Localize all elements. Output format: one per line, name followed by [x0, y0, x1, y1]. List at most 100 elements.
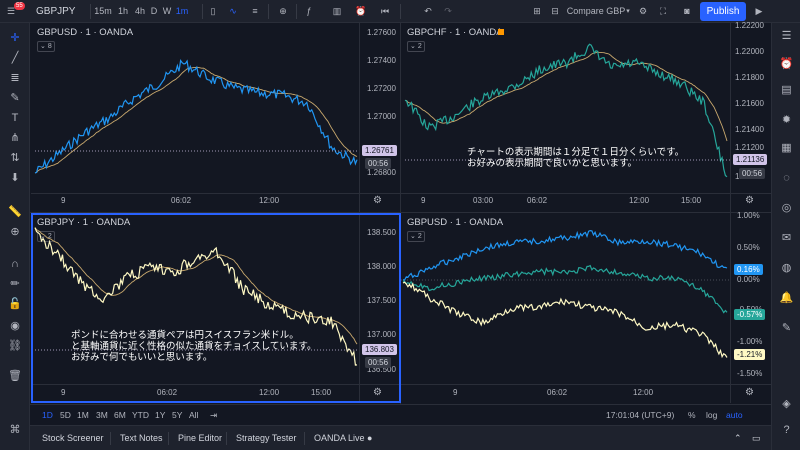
price-tick: 137.000	[367, 330, 396, 339]
range-ytd[interactable]: YTD	[132, 405, 149, 425]
fib-icon[interactable]: ≣	[0, 69, 30, 87]
lock-icon[interactable]: 🔓	[0, 295, 30, 313]
range-all[interactable]: All	[189, 405, 198, 425]
tab-text-notes[interactable]: Text Notes	[120, 426, 163, 450]
tab-pine-editor[interactable]: Pine Editor	[178, 426, 222, 450]
percent-toggle[interactable]: %	[688, 405, 696, 425]
ruler-icon[interactable]: 📏	[0, 203, 30, 221]
layout-icon[interactable]: ⊞	[530, 0, 544, 23]
countdown-label: 00:56	[739, 168, 766, 179]
interval-1m[interactable]: 1m	[175, 0, 189, 23]
maximize-panel-icon[interactable]: ▭	[752, 426, 761, 450]
price-tick: 1.27600	[367, 28, 396, 37]
interval-w[interactable]: W	[161, 0, 173, 23]
clock-label[interactable]: 17:01:04 (UTC+9)	[606, 405, 674, 425]
interval-d[interactable]: D	[149, 0, 159, 23]
magnet-icon[interactable]: ∩	[0, 255, 30, 273]
alerts-icon[interactable]: ⏰	[772, 55, 800, 73]
pattern-icon[interactable]: ⋔	[0, 129, 30, 147]
range-1m[interactable]: 1M	[77, 405, 89, 425]
replay-icon[interactable]: ⏮	[378, 0, 392, 23]
range-5y[interactable]: 5Y	[172, 405, 182, 425]
range-3m[interactable]: 3M	[96, 405, 108, 425]
price-tick: -1.50%	[737, 369, 763, 378]
publish-button[interactable]: Publish	[700, 2, 746, 21]
notifications-icon[interactable]: 🔔	[772, 289, 800, 307]
pane-settings-icon[interactable]: ⚙	[745, 387, 754, 398]
notification-badge: 55	[14, 2, 25, 10]
data-window-icon[interactable]: ▤	[772, 81, 800, 99]
financials-icon[interactable]: ▥	[330, 0, 344, 23]
candles-icon[interactable]: ▯	[206, 0, 220, 23]
brush-icon[interactable]: ✎	[0, 89, 30, 107]
line-chart-icon[interactable]: ∿	[226, 0, 240, 23]
price-tick: 138.000	[367, 262, 396, 271]
chat-icon[interactable]: ✉	[772, 229, 800, 247]
pane-settings-icon[interactable]: ⚙	[373, 387, 382, 398]
price-tick: 1.00%	[737, 211, 760, 220]
play-icon[interactable]: ▶	[752, 0, 766, 23]
pane-settings-icon[interactable]: ⚙	[745, 195, 754, 206]
pencil-lock-icon[interactable]: ✏	[0, 275, 30, 293]
chart-pane-compare[interactable]: GBPUSD · 1 · OANDA ⌄ 2 1.00% 0.50% 0.00%…	[401, 211, 771, 403]
chf-pct-label: -0.57%	[734, 309, 766, 320]
chart-pane-gbpjpy[interactable]: GBPJPY · 1 · OANDA ⌄ 2 138.500 138.000 1…	[31, 213, 400, 403]
auto-toggle[interactable]: auto	[726, 405, 743, 425]
pane-settings-icon[interactable]: ⚙	[373, 195, 382, 206]
indicators-icon[interactable]: ƒ	[302, 0, 316, 23]
compare-dropdown[interactable]: Compare GBP	[566, 0, 626, 23]
tab-oanda-live[interactable]: OANDA Live ●	[314, 426, 372, 450]
watchlist-icon[interactable]: ☰	[772, 27, 800, 45]
range-6m[interactable]: 6M	[114, 405, 126, 425]
usd-compare-line	[402, 229, 728, 281]
prediction-icon[interactable]: ⇅	[0, 149, 30, 167]
chart-pane-gbpusd[interactable]: GBPUSD · 1 · OANDA ⌄ 8 1.27600 1.27400 1…	[31, 23, 400, 212]
redo-icon[interactable]: ↷	[442, 0, 454, 23]
tab-stock-screener[interactable]: Stock Screener	[42, 426, 104, 450]
top-toolbar: ☰ 55 GBPJPY 15m 1h 4h D W 1m ▯ ∿ ≡ ⊕ ƒ ▥…	[0, 0, 800, 23]
arrow-down-icon[interactable]: ⬇	[0, 169, 30, 187]
add-compare-icon[interactable]: ⊕	[276, 0, 290, 23]
symbol-search[interactable]: GBPJPY	[36, 0, 86, 23]
trash-icon[interactable]: 🗑	[0, 367, 30, 385]
chf-compare-line	[402, 264, 728, 314]
range-1y[interactable]: 1Y	[155, 405, 165, 425]
crosshair-icon[interactable]: ✛	[0, 29, 30, 47]
time-tick: 9	[61, 388, 66, 397]
interval-1h[interactable]: 1h	[116, 0, 130, 23]
settings-icon[interactable]: ⚙	[636, 0, 650, 23]
ideas-icon[interactable]: ◌	[772, 169, 800, 187]
price-line	[34, 58, 358, 174]
messages-icon[interactable]: ✎	[772, 319, 800, 337]
range-5d[interactable]: 5D	[60, 405, 71, 425]
eye-icon[interactable]: ◉	[0, 317, 30, 335]
price-tick: 1.26800	[367, 168, 396, 177]
tree-icon[interactable]: ⌘	[0, 421, 30, 439]
trend-line-icon[interactable]: ╱	[0, 49, 30, 67]
zoom-icon[interactable]: ⊕	[0, 223, 30, 241]
link-icon[interactable]: ⛓	[0, 337, 30, 355]
bubble-icon[interactable]: ◍	[772, 259, 800, 277]
chevron-down-icon[interactable]: ▾	[624, 0, 632, 23]
compare-icon[interactable]: ⊟	[548, 0, 562, 23]
collapse-panel-icon[interactable]: ⌃	[734, 426, 742, 450]
moving-average-line	[34, 66, 358, 174]
layers-icon[interactable]: ◈	[772, 395, 800, 413]
text-icon[interactable]: T	[0, 109, 30, 127]
calendar-icon[interactable]: ▦	[772, 139, 800, 157]
fullscreen-icon[interactable]: ⛶	[656, 0, 670, 23]
help-icon[interactable]: ?	[772, 421, 800, 439]
range-1d[interactable]: 1D	[42, 405, 53, 425]
log-toggle[interactable]: log	[706, 405, 717, 425]
interval-15m[interactable]: 15m	[94, 0, 112, 23]
bars-icon[interactable]: ≡	[248, 0, 262, 23]
undo-icon[interactable]: ↶	[422, 0, 434, 23]
streams-icon[interactable]: ◎	[772, 199, 800, 217]
tab-strategy-tester[interactable]: Strategy Tester	[236, 426, 296, 450]
interval-4h[interactable]: 4h	[133, 0, 147, 23]
hotlist-icon[interactable]: ✹	[772, 111, 800, 129]
camera-icon[interactable]: ◙	[680, 0, 694, 23]
date-range-icon[interactable]: ⇥	[210, 405, 217, 425]
chart-pane-gbpchf[interactable]: GBPCHF · 1 · OANDA ⌄ 2 1.22200 1.22000 1…	[401, 21, 771, 212]
alert-icon[interactable]: ⏰	[354, 0, 368, 23]
